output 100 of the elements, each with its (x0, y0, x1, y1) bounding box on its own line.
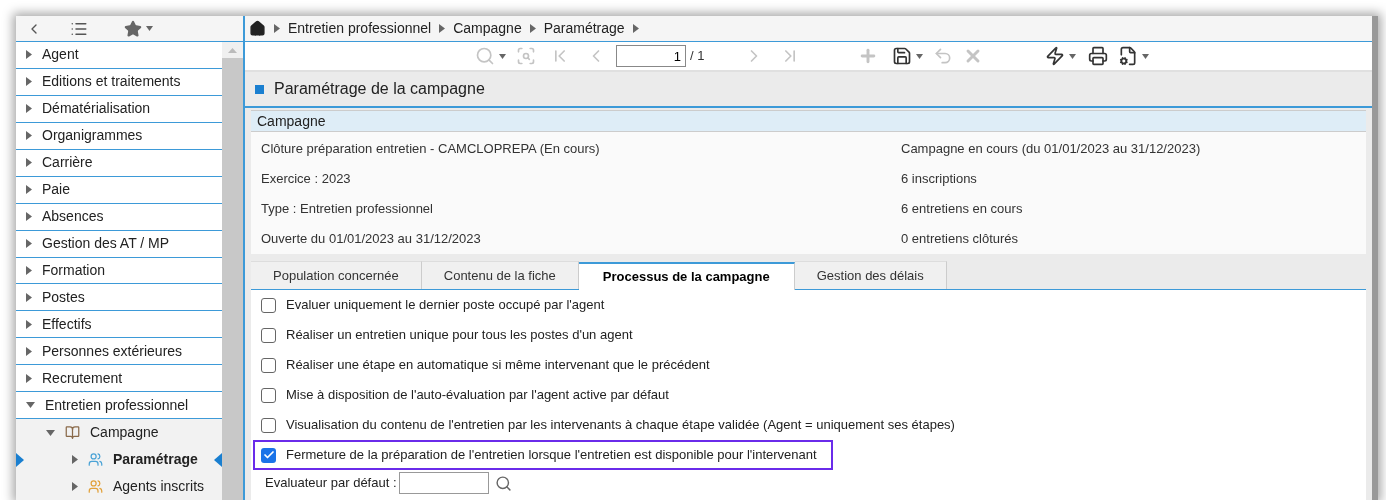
people-gear-icon (88, 452, 103, 468)
selection-marker-icon (16, 452, 24, 467)
sidebar-item[interactable]: Entretien professionnel (16, 392, 222, 420)
sidebar-item[interactable]: Campagne (16, 419, 222, 447)
collapse-arrow-icon (26, 292, 32, 302)
checkbox[interactable] (261, 297, 276, 313)
evaluator-field[interactable] (398, 472, 489, 494)
collapse-arrow-icon (26, 319, 32, 329)
breadcrumb-link[interactable]: Entretien professionnel (288, 18, 432, 39)
sidebar-item[interactable]: Absences (16, 203, 222, 231)
print-icon (1088, 46, 1109, 66)
collapse-arrow-icon (26, 346, 32, 356)
option-row[interactable]: Fermeture de la préparation de l'entretien lorsque l'entretien est disponible pour l'intervenant (253, 440, 833, 470)
separator-arrow-icon (439, 24, 446, 33)
collapse-arrow-icon (72, 481, 78, 491)
collapse-arrow-icon (26, 212, 32, 222)
checkbox[interactable] (261, 357, 276, 373)
caret-icon (146, 26, 153, 31)
dropdown-caret-icon (1142, 53, 1150, 59)
campaign-info: Exercice : 2023 (260, 170, 352, 189)
checkbox[interactable] (261, 447, 276, 463)
checkbox[interactable] (261, 417, 276, 433)
people-icon (88, 478, 103, 494)
field-label: Evaluateur par défaut : (265, 474, 397, 493)
sidebar-item[interactable]: Editions et traitements (16, 68, 222, 96)
home-icon[interactable] (249, 20, 266, 37)
option-row[interactable]: Réaliser un entretien unique pour tous les postes d'un agent (253, 320, 649, 350)
collapse-arrow-icon (26, 239, 32, 249)
breadcrumb-link[interactable]: Campagne (453, 18, 522, 39)
scrollbar[interactable] (222, 42, 243, 500)
option-label: Visualisation du contenu de l'entretien par les intervenants à chaque étape validée (Agent = uniquement ses étapes) (286, 416, 955, 435)
sidebar-item[interactable]: Recrutement (16, 365, 222, 393)
page-title: Paramétrage de la campagne (274, 79, 485, 99)
collapse-arrow-icon (26, 50, 32, 60)
dropdown-caret-icon (1069, 53, 1077, 59)
tab[interactable]: Gestion des délais (794, 261, 947, 289)
report-settings-icon (1118, 46, 1139, 66)
separator-arrow-icon (529, 24, 536, 33)
breadcrumb-link[interactable]: Paramétrage (543, 18, 625, 39)
collapse-arrow-icon (26, 265, 32, 275)
report-settings-button[interactable] (1118, 46, 1150, 66)
campaign-status: 0 entretiens clôturés (901, 230, 1020, 249)
section-header: Campagne (251, 110, 1366, 132)
collapse-arrow-icon (26, 373, 32, 383)
tab[interactable]: Contenu de la fiche (421, 261, 579, 289)
tab[interactable]: Population concernée (251, 261, 422, 289)
campaign-info: Clôture préparation entretien - CAMCLOPREPA (En cours) (260, 140, 601, 159)
lightning-icon (1045, 46, 1066, 66)
collapse-arrow-icon (26, 131, 32, 141)
check-icon (262, 449, 275, 461)
collapse-arrow-icon (26, 185, 32, 195)
sidebar-item[interactable]: Postes (16, 284, 222, 312)
dropdown-caret-icon (916, 53, 924, 59)
page-field[interactable]: 1 (616, 45, 686, 67)
save-icon (892, 46, 913, 66)
sidebar-item[interactable]: Dématérialisation (16, 95, 222, 123)
search-icon[interactable] (494, 474, 512, 492)
campaign-info: Ouverte du 01/01/2023 au 31/12/2023 (260, 230, 482, 249)
campaign-status: 6 entretiens en cours (901, 200, 1024, 219)
expand-arrow-icon (26, 402, 35, 409)
option-row[interactable]: Evaluer uniquement le dernier poste occupé par l'agent (253, 290, 621, 320)
expand-arrow-icon (46, 429, 55, 436)
campaign-status: 6 inscriptions (901, 170, 978, 189)
sidebar-item[interactable]: Organigrammes (16, 122, 222, 150)
option-label: Réaliser un entretien unique pour tous les postes d'un agent (286, 326, 633, 345)
print-button[interactable] (1088, 46, 1109, 66)
dropdown-caret-icon (499, 53, 506, 59)
sidebar-item[interactable]: Carrière (16, 149, 222, 177)
separator-arrow-icon (274, 24, 280, 33)
tab[interactable]: Processus de la campagne (578, 262, 795, 290)
sidebar-item[interactable]: Paie (16, 176, 222, 204)
campaign-status: Campagne en cours (du 01/01/2023 au 31/12/2023) (901, 140, 1202, 159)
page-total: / 1 (690, 47, 705, 66)
sidebar-item[interactable]: Personnes extérieures (16, 338, 222, 366)
title-marker-icon (255, 84, 264, 94)
collapse-arrow-icon (26, 77, 32, 87)
zoom-icon (516, 46, 536, 66)
option-row[interactable]: Mise à disposition de l'auto-évaluation par l'agent active par défaut (253, 380, 685, 410)
sidebar-item[interactable]: Formation (16, 257, 222, 285)
search-icon (475, 46, 495, 66)
collapse-arrow-icon (26, 158, 32, 168)
sidebar-item[interactable]: Agents inscrits (16, 473, 222, 500)
separator-arrow-icon (632, 24, 639, 33)
collapse-arrow-icon (26, 104, 32, 114)
sidebar-item[interactable]: Effectifs (16, 311, 222, 339)
checkbox[interactable] (261, 327, 276, 343)
sidebar-item[interactable]: Gestion des AT / MP (16, 230, 222, 258)
option-label: Fermeture de la préparation de l'entretien lorsque l'entretien est disponible pour l'intervenant (286, 446, 817, 465)
checkbox[interactable] (261, 387, 276, 403)
sidebar-item[interactable]: Paramétrage (16, 446, 222, 473)
favorites-icon[interactable] (124, 19, 142, 38)
lightning-button[interactable] (1045, 46, 1077, 66)
save-button[interactable] (892, 46, 924, 66)
option-row[interactable]: Visualisation du contenu de l'entretien par les intervenants à chaque étape validée (Agent = uniquement ses étapes) (253, 410, 971, 440)
campaign-info: Type : Entretien professionnel (260, 200, 434, 219)
option-row[interactable]: Réaliser une étape en automatique si même intervenant que le précédent (253, 350, 726, 380)
option-label: Réaliser une étape en automatique si même intervenant que le précédent (286, 356, 710, 375)
option-label: Mise à disposition de l'auto-évaluation par l'agent active par défaut (286, 386, 669, 405)
collapse-arrow-icon (72, 455, 78, 465)
sidebar-item[interactable]: Agent (16, 42, 222, 69)
